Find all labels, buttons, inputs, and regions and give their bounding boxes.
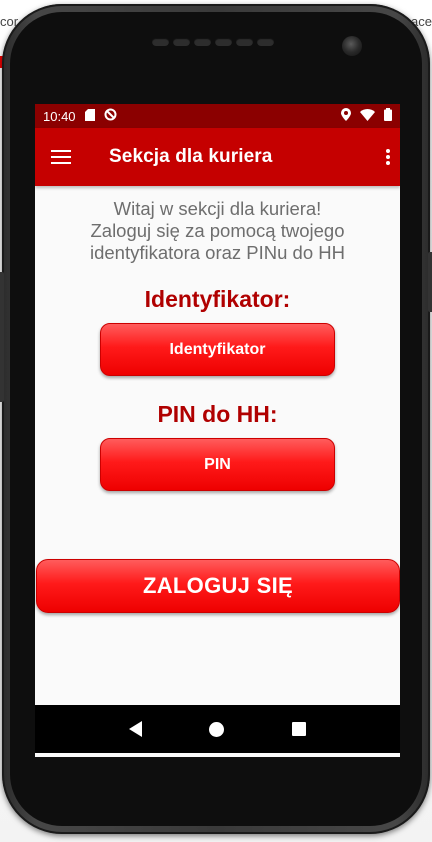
app-screen: 10:40 Sekcja dla kuriera Witaj w sekcji … <box>35 104 400 757</box>
volume-button[interactable] <box>0 272 4 402</box>
recent-apps-icon[interactable] <box>292 722 307 736</box>
power-button[interactable] <box>428 252 432 312</box>
navigation-bar <box>35 705 400 753</box>
sd-card-icon <box>84 108 95 124</box>
identifier-placeholder: Identyfikator <box>169 340 266 358</box>
location-icon <box>341 108 351 124</box>
login-button-label: ZALOGUJ SIĘ <box>143 573 293 598</box>
pin-label: PIN do HH: <box>157 401 278 427</box>
welcome-message: Witaj w sekcji dla kuriera! Zaloguj się … <box>35 198 400 264</box>
home-icon[interactable] <box>209 721 225 737</box>
hamburger-menu-icon[interactable] <box>51 150 71 164</box>
pin-placeholder: PIN <box>204 455 231 473</box>
welcome-line: Witaj w sekcji dla kuriera! <box>113 198 322 219</box>
identifier-input[interactable]: Identyfikator <box>100 323 335 376</box>
more-vertical-icon[interactable] <box>386 149 390 165</box>
back-icon[interactable] <box>128 721 142 737</box>
welcome-line: Zaloguj się za pomocą twojego <box>90 220 345 241</box>
status-time: 10:40 <box>43 108 76 124</box>
login-button[interactable]: ZALOGUJ SIĘ <box>36 559 400 613</box>
status-bar: 10:40 <box>35 104 400 128</box>
app-title: Sekcja dla kuriera <box>109 146 273 167</box>
identifier-label: Identyfikator: <box>144 286 291 312</box>
pin-input[interactable]: PIN <box>100 438 335 491</box>
front-camera <box>342 36 362 56</box>
speaker-grille <box>152 38 274 46</box>
wifi-icon <box>360 108 375 124</box>
welcome-line: identyfikatora oraz PINu do HH <box>89 242 345 263</box>
sync-icon <box>104 108 117 124</box>
app-bar: Sekcja dla kuriera <box>35 128 400 186</box>
battery-icon <box>384 108 392 124</box>
